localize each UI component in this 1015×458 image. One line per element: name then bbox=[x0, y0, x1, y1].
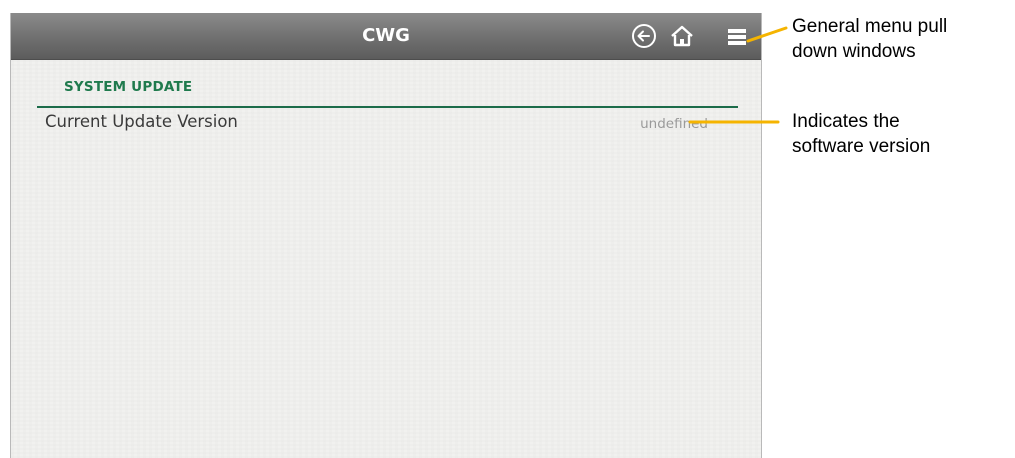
version-callout-line1: Indicates the bbox=[792, 111, 900, 132]
version-callout-line2: software version bbox=[792, 136, 931, 157]
menu-callout-line2: down windows bbox=[792, 41, 916, 62]
menu-callout-text: General menu pull down windows bbox=[792, 14, 947, 64]
title-bar: CWG bbox=[11, 13, 761, 60]
device-screen: CWG SYSTEM UPDATE Current Update Version… bbox=[10, 13, 762, 458]
list-item: Current Update Version undefined bbox=[37, 110, 738, 144]
setting-value: undefined bbox=[640, 116, 708, 132]
section-title: SYSTEM UPDATE bbox=[64, 79, 193, 95]
home-icon bbox=[668, 22, 696, 50]
menu-callout-line1: General menu pull bbox=[792, 16, 948, 37]
version-callout-text: Indicates the software version bbox=[792, 109, 930, 159]
back-arrow-circle-icon bbox=[630, 22, 658, 50]
setting-label: Current Update Version bbox=[45, 112, 238, 131]
menu-button[interactable] bbox=[724, 22, 752, 50]
home-button[interactable] bbox=[668, 22, 696, 50]
back-button[interactable] bbox=[630, 22, 658, 50]
menu-icon bbox=[724, 22, 752, 50]
section-divider bbox=[37, 106, 738, 108]
